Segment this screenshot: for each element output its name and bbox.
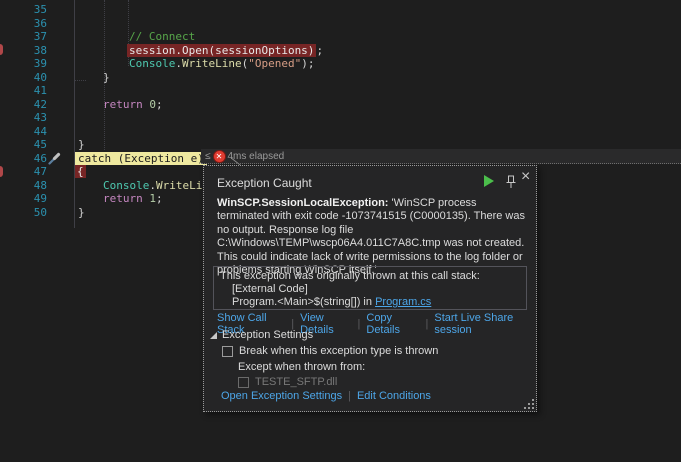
code-line[interactable]: 43	[0, 111, 681, 125]
code-segment: // Connect	[129, 30, 195, 43]
pin-icon[interactable]	[505, 175, 517, 189]
code-line[interactable]: 41	[0, 84, 681, 98]
break-checkbox[interactable]	[222, 346, 233, 357]
code-segment: return	[103, 98, 143, 111]
code-segment: 1	[149, 192, 156, 205]
callstack-frame: Program.<Main>$(string[]) in Program.cs	[220, 296, 520, 309]
code-text: Console.WriteLine("Opened");	[129, 57, 314, 70]
resize-grip[interactable]	[525, 400, 534, 409]
link-start-live-share-session[interactable]: Start Live Share session	[434, 312, 536, 336]
close-icon[interactable]: ×	[521, 169, 530, 185]
line-number: 42	[0, 98, 47, 111]
popup-title: Exception Caught	[217, 176, 312, 190]
code-segment: ;	[316, 44, 323, 57]
module-checkbox[interactable]	[238, 377, 249, 388]
line-number: 46	[0, 152, 47, 165]
module-checkbox-row[interactable]: TESTE_SFTP.dll	[238, 376, 337, 388]
code-segment: {	[75, 165, 86, 178]
code-line[interactable]: 37 // Connect	[0, 30, 681, 44]
code-segment: ;	[156, 192, 163, 205]
code-text: }	[78, 138, 85, 151]
link-edit-conditions[interactable]: Edit Conditions	[357, 390, 431, 402]
line-number: 49	[0, 192, 47, 205]
module-checkbox-label: TESTE_SFTP.dll	[255, 376, 337, 388]
line-number: 37	[0, 30, 47, 43]
code-segment: session.Open(sessionOptions)	[127, 44, 316, 57]
callstack-box: This exception was originally thrown at …	[213, 266, 527, 310]
line-number: 36	[0, 17, 47, 30]
code-segment: 0	[149, 98, 156, 111]
link-separator: |	[348, 390, 351, 402]
link-open-exception-settings[interactable]: Open Exception Settings	[221, 390, 342, 402]
callstack-intro: This exception was originally thrown at …	[220, 270, 520, 283]
code-segment: .	[175, 57, 182, 70]
code-segment: }	[78, 138, 85, 151]
line-number: 35	[0, 3, 47, 16]
code-segment: catch (Exception e)	[75, 152, 207, 165]
code-segment: );	[301, 57, 314, 70]
code-line[interactable]: 35	[0, 3, 681, 17]
code-text: }	[78, 206, 85, 219]
line-number: 39	[0, 57, 47, 70]
continue-play-icon[interactable]	[484, 175, 494, 187]
line-number: 38	[0, 44, 47, 57]
exception-type: WinSCP.SessionLocalException:	[217, 197, 388, 209]
code-text: session.Open(sessionOptions);	[127, 44, 323, 57]
perf-tip-prefix: ≤	[205, 151, 211, 162]
line-number: 43	[0, 111, 47, 124]
code-segment: "Opened"	[248, 57, 301, 70]
line-number: 50	[0, 206, 47, 219]
code-segment: WriteLine	[182, 57, 242, 70]
line-number: 45	[0, 138, 47, 151]
exception-x-icon: ✕	[213, 150, 226, 163]
code-line[interactable]: 44	[0, 125, 681, 139]
paintbrush-icon	[48, 152, 61, 165]
perf-tip-label: 4ms elapsed	[228, 151, 285, 162]
code-text: return 0;	[103, 98, 163, 111]
code-segment: Console	[103, 179, 149, 192]
expander-icon	[210, 332, 217, 339]
code-text: Console.WriteLin	[103, 179, 209, 192]
except-when-label: Except when thrown from:	[238, 361, 365, 373]
exception-settings-header[interactable]: Exception Settings	[210, 329, 313, 341]
code-segment: ;	[156, 98, 163, 111]
code-line[interactable]: 42 return 0;	[0, 98, 681, 112]
program-cs-link[interactable]: Program.cs	[375, 296, 431, 308]
link-copy-details[interactable]: Copy Details	[366, 312, 419, 336]
settings-links: Open Exception Settings | Edit Conditions	[221, 390, 431, 402]
link-separator: |	[358, 318, 361, 330]
perf-tip[interactable]: ≤ ✕ 4ms elapsed	[205, 149, 284, 163]
exception-popup: Exception Caught × WinSCP.SessionLocalEx…	[203, 165, 537, 412]
line-number: 40	[0, 71, 47, 84]
callstack-frame: [External Code]	[220, 283, 520, 296]
code-segment: }	[78, 206, 85, 219]
code-text: catch (Exception e)	[75, 152, 207, 165]
break-checkbox-row[interactable]: Break when this exception type is thrown	[222, 345, 438, 357]
break-checkbox-label: Break when this exception type is thrown	[239, 345, 438, 357]
code-line[interactable]: 40}	[0, 71, 681, 85]
current-line-strip: ≤ ✕ 4ms elapsed	[201, 149, 681, 164]
code-text: {	[75, 165, 86, 178]
vs-debugger-screen: 353637 // Connect 38 session.Open(sessionOp…	[0, 0, 681, 462]
code-segment: Console	[129, 57, 175, 70]
code-segment: .	[149, 179, 156, 192]
line-number: 44	[0, 125, 47, 138]
code-segment: WriteLin	[156, 179, 209, 192]
line-number: 48	[0, 179, 47, 192]
code-text: // Connect	[129, 30, 195, 43]
code-line[interactable]: 39 Console.WriteLine("Opened");	[0, 57, 681, 71]
code-line[interactable]: 36	[0, 17, 681, 31]
line-number: 41	[0, 84, 47, 97]
line-number: 47	[0, 165, 47, 178]
code-text: }	[103, 71, 110, 84]
code-line[interactable]: 38 session.Open(sessionOptions);	[0, 44, 681, 58]
code-text: return 1;	[103, 192, 163, 205]
code-segment: return	[103, 192, 143, 205]
code-segment: }	[103, 71, 110, 84]
link-separator: |	[426, 318, 429, 330]
